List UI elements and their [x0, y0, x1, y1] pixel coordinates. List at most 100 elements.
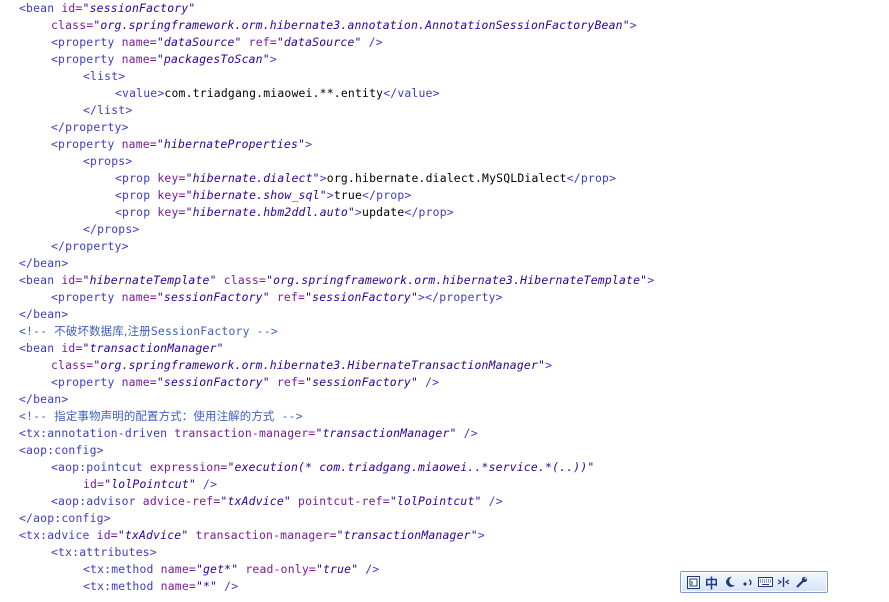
- code-line[interactable]: <bean id="transactionManager": [19, 340, 224, 357]
- code-line[interactable]: <tx:method name="get*" read-only="true" …: [83, 561, 379, 578]
- code-line[interactable]: class="org.springframework.orm.hibernate…: [51, 17, 637, 34]
- moon-icon[interactable]: [721, 573, 738, 591]
- code-line[interactable]: <aop:config>: [19, 442, 104, 459]
- code-token-attr: name=: [121, 290, 157, 304]
- code-token-tag: </prop>: [362, 188, 412, 202]
- code-line[interactable]: <tx:annotation-driven transaction-manage…: [19, 425, 478, 442]
- code-line[interactable]: class="org.springframework.orm.hibernate…: [51, 357, 552, 374]
- code-token-attr: class=: [51, 358, 94, 372]
- code-token-comment-cjk: 指定事物声明的配置方式：使用注解的方式: [54, 409, 275, 423]
- code-token-tag: />: [217, 579, 239, 593]
- code-token-attr: name=: [121, 35, 157, 49]
- code-editor[interactable]: <bean id="sessionFactory" class="org.spri…: [0, 0, 889, 602]
- code-token-val: "transactionManager": [82, 341, 224, 355]
- code-token-text: true: [333, 188, 363, 202]
- code-line[interactable]: </property>: [51, 119, 129, 136]
- code-line[interactable]: <property name="dataSource" ref="dataSou…: [51, 34, 383, 51]
- code-token-val: "dataSource": [156, 35, 242, 49]
- code-token-tag: >: [269, 52, 277, 66]
- code-token-tag: <bean: [19, 273, 62, 287]
- code-token-tag: <bean: [19, 1, 62, 15]
- code-line[interactable]: </property>: [51, 238, 129, 255]
- code-token-comment: <!--: [19, 409, 55, 423]
- code-token-val: "transactionManager": [336, 528, 478, 542]
- code-line[interactable]: </aop:config>: [19, 510, 111, 527]
- code-token-tag: <property: [51, 52, 122, 66]
- code-line[interactable]: <tx:advice id="txAdvice" transaction-man…: [19, 527, 485, 544]
- keyboard-icon[interactable]: [757, 573, 774, 591]
- punctuation-icon[interactable]: [739, 573, 756, 591]
- fullwidth-icon[interactable]: [775, 573, 792, 591]
- code-token-tag: <tx:annotation-driven: [19, 426, 175, 440]
- code-line[interactable]: <aop:advisor advice-ref="txAdvice" point…: [51, 493, 503, 510]
- code-line[interactable]: <!-- 指定事物声明的配置方式：使用注解的方式 -->: [19, 408, 303, 425]
- code-token-attr: class=: [223, 273, 267, 287]
- code-line[interactable]: <aop:pointcut expression="execution(* co…: [51, 459, 594, 476]
- code-token-tag: [217, 273, 224, 287]
- code-line[interactable]: <prop key="hibernate.dialect">org.hibern…: [115, 170, 616, 187]
- code-token-attr: read-only=: [245, 562, 316, 576]
- code-token-attr: id=: [83, 477, 105, 491]
- code-line[interactable]: <prop key="hibernate.show_sql">true</pro…: [115, 187, 411, 204]
- code-line[interactable]: <props>: [83, 153, 132, 170]
- code-line[interactable]: <prop key="hibernate.hbm2ddl.auto">updat…: [115, 204, 454, 221]
- code-token-tag: />: [456, 426, 478, 440]
- code-token-text: update: [362, 205, 405, 219]
- code-token-attr: key=: [157, 205, 186, 219]
- code-token-tag: [242, 35, 249, 49]
- code-line[interactable]: id="lolPointcut" />: [83, 476, 217, 493]
- code-line[interactable]: <bean id="sessionFactory": [19, 0, 195, 17]
- code-line[interactable]: <list>: [83, 68, 125, 85]
- code-token-attr: id=: [61, 341, 83, 355]
- code-token-attr: name=: [160, 562, 196, 576]
- code-token-tag: >: [326, 188, 334, 202]
- code-token-tag: >: [629, 18, 637, 32]
- code-token-tag: <aop:advisor: [51, 494, 143, 508]
- code-token-tag: <tx:method: [83, 562, 161, 576]
- code-token-attr: name=: [160, 579, 196, 593]
- code-token-attr: transaction-manager=: [174, 426, 316, 440]
- ime-toolbar[interactable]: 中: [680, 571, 828, 593]
- code-line[interactable]: </props>: [83, 221, 139, 238]
- code-token-val: "sessionFactory": [156, 290, 270, 304]
- code-token-val: "hibernate.show_sql": [185, 188, 327, 202]
- code-token-val: "execution(* com.triadgang.miaowei..*ser…: [227, 460, 595, 474]
- code-token-tag: />: [361, 35, 383, 49]
- code-token-tag: <tx:attributes>: [51, 545, 157, 559]
- code-token-tag: </prop>: [566, 171, 617, 185]
- code-line[interactable]: <property name="sessionFactory" ref="ses…: [51, 374, 439, 391]
- code-token-attr: class=: [51, 18, 94, 32]
- code-line[interactable]: <property name="packagesToScan">: [51, 51, 277, 68]
- code-line[interactable]: <value>com.triadgang.miaowei.**.entity</…: [115, 85, 440, 102]
- ime-logo-icon[interactable]: [685, 573, 702, 591]
- code-line[interactable]: </bean>: [19, 306, 68, 323]
- ime-mode-chinese[interactable]: 中: [703, 573, 720, 592]
- code-line[interactable]: <property name="sessionFactory" ref="ses…: [51, 289, 503, 306]
- code-token-tag: [270, 290, 277, 304]
- code-token-val: "dataSource": [276, 35, 362, 49]
- code-token-comment-cjk: 不破坏数据库,注册: [54, 324, 151, 338]
- code-token-tag: >: [354, 205, 363, 219]
- code-line[interactable]: <tx:method name="*" />: [83, 578, 238, 595]
- code-token-text: org.hibernate.dialect.MySQLDialect: [326, 171, 567, 185]
- code-line[interactable]: <bean id="hibernateTemplate" class="org.…: [19, 272, 654, 289]
- code-line[interactable]: </list>: [83, 102, 132, 119]
- code-token-attr: ref=: [276, 290, 306, 304]
- code-line[interactable]: <!-- 不破坏数据库,注册SessionFactory -->: [19, 323, 278, 340]
- code-line[interactable]: <property name="hibernateProperties">: [51, 136, 312, 153]
- code-token-comment: <!--: [19, 324, 55, 338]
- code-token-val: "sessionFactory": [305, 375, 419, 389]
- code-line[interactable]: </bean>: [19, 391, 68, 408]
- code-token-tag: </prop>: [404, 205, 454, 219]
- code-token-tag: <prop: [115, 188, 158, 202]
- code-token-text: com.triadgang.miaowei.**.entity: [164, 86, 384, 100]
- code-token-attr: ref=: [248, 35, 277, 49]
- code-token-attr: id=: [61, 273, 83, 287]
- code-token-comment: -->: [274, 409, 303, 423]
- code-token-val: "packagesToScan": [156, 52, 270, 66]
- wrench-icon[interactable]: [793, 573, 810, 591]
- code-token-val: "*": [195, 579, 218, 593]
- code-line[interactable]: </bean>: [19, 255, 68, 272]
- code-line[interactable]: <tx:attributes>: [51, 544, 157, 561]
- code-token-val: "lolPointcut": [104, 477, 196, 491]
